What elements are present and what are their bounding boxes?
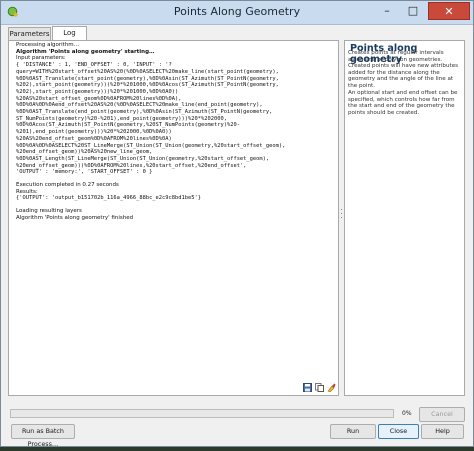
log-line: %0D%0A%0D%0ASELECT%20ST_LineMerge(ST_Uni… (16, 142, 286, 149)
log-line: %0D%0AST_Translate(end_point(geometry),%… (16, 109, 273, 116)
titlebar[interactable]: Points Along Geometry – □ ✕ (1, 1, 473, 25)
progress-bar (10, 409, 394, 418)
log-panel: Processing algorithm… Algorithm 'Points a… (8, 40, 339, 396)
log-line: Execution completed in 0.27 seconds (16, 182, 119, 189)
maximize-button[interactable]: □ (400, 2, 426, 20)
splitter-handle[interactable] (340, 39, 343, 397)
log-line: {'OUTPUT': 'output_b151702b_116a_4966_88… (16, 195, 201, 202)
log-line: query=WITH%20start_offset%20AS%20(%0D%0A… (16, 68, 279, 75)
help-offset-note: An optional start and end offset can be … (348, 90, 458, 116)
log-line: %202),start_point(geometry)))%20*%201000… (16, 82, 279, 89)
log-line: %202),start_point(geometry)))%20*%201000… (16, 88, 179, 95)
log-line: %0D%0AST_Length(ST_LineMerge(ST_Union(ST… (16, 155, 270, 162)
copy-icon[interactable] (315, 383, 324, 392)
log-line: %20AS%20end_offset_geom%0D%0AFROM%20line… (16, 135, 172, 142)
log-line: %20end_offset_geom)))%0D%0AFROM%20lines,… (16, 162, 247, 169)
help-description: Creates points at regular intervals alon… (348, 50, 459, 89)
close-button[interactable]: Close (378, 424, 419, 439)
log-output[interactable]: Processing algorithm… Algorithm 'Points a… (16, 42, 332, 380)
log-line: %0D%0Acos(ST_Azimuth(ST_PointN(geometry,… (16, 122, 240, 129)
help-button[interactable]: Help (421, 424, 464, 439)
log-line: %20end_offset_geom))%20AS%20new_line_geo… (16, 149, 153, 156)
help-panel: Points along geometry Creates points at … (344, 40, 465, 396)
run-button[interactable]: Run (330, 424, 376, 439)
tab-log[interactable]: Log (52, 26, 87, 41)
run-batch-button[interactable]: Run as Batch Process… (11, 424, 75, 448)
log-line: Results: (16, 188, 38, 195)
log-line: Loading resulting layers (16, 208, 82, 215)
log-line: %0D%0AST_Translate(start_point(geometry)… (16, 75, 279, 82)
log-line: Algorithm 'Points along geometry' starti… (16, 48, 155, 55)
tab-parameters[interactable]: Parameters (8, 27, 51, 41)
log-line: Algorithm 'Points along geometry' finish… (16, 214, 134, 221)
log-line: Input parameters: (16, 55, 66, 62)
log-line: Processing algorithm… (16, 42, 80, 48)
minimize-button[interactable]: – (374, 2, 400, 20)
log-line: %201),end_point(geometry)))%20*%202000,%… (16, 129, 172, 136)
log-line: { 'DISTANCE' : 1, 'END_OFFSET' : 0, 'INP… (16, 62, 172, 69)
log-line: ST_NumPoints(geometry)%20-%201),end_poin… (16, 115, 227, 122)
log-line: %0D%0A%0D%0Aend_offset%20AS%20(%0D%0ASEL… (16, 102, 263, 109)
save-icon[interactable] (303, 383, 312, 392)
progress-percent: 0% (402, 410, 412, 417)
clear-icon[interactable] (327, 383, 336, 392)
close-window-button[interactable]: ✕ (428, 2, 470, 20)
log-line: %20AS%20start_offset_geom%0D%0AFROM%20li… (16, 95, 182, 102)
log-line: 'OUTPUT' : 'memory:', 'START_OFFSET' : 0… (16, 169, 153, 176)
dialog-window: Points Along Geometry – □ ✕ Parameters L… (0, 0, 474, 448)
cancel-button[interactable]: Cancel (419, 407, 465, 422)
